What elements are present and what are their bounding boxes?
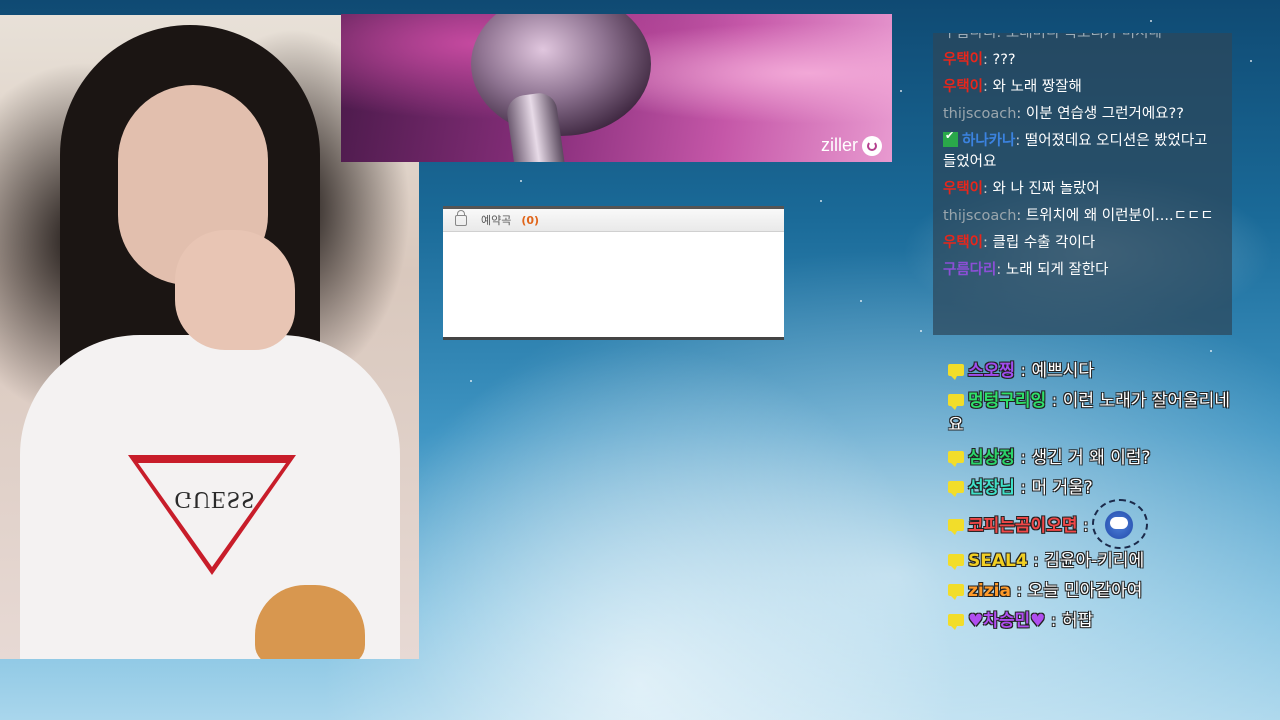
chat-message: 우택이: 클립 수출 각이다 — [943, 230, 1222, 257]
chat-bubble-icon — [948, 481, 964, 497]
chat-username: zizia — [968, 581, 1011, 601]
chat-separator: : — [1014, 478, 1032, 498]
chat-separator: : — [1015, 133, 1021, 149]
chat-username: SEAL4 — [968, 551, 1028, 571]
chat-message: 코피는곰이오면 : — [948, 499, 1240, 549]
chat-message: 구름다리: 노래 되게 잘한다 — [943, 257, 1222, 284]
chat-text: 김윤아-키리에 — [1044, 551, 1145, 571]
chat-username: 선장님 — [968, 478, 1015, 498]
chat-username: 심상정 — [968, 448, 1015, 468]
chat-separator: : — [983, 235, 988, 251]
shirt-logo-triangle-inner — [138, 463, 286, 567]
chat-separator: : — [1045, 611, 1062, 631]
chat-separator: : — [1027, 551, 1045, 571]
chat-username: thijscoach — [943, 208, 1017, 224]
chat-separator: : — [1016, 208, 1022, 224]
webcam-hand — [175, 230, 295, 350]
chat-text: 이분 연습생 그런거에요?? — [1025, 106, 1184, 122]
ziller-logo: ziller — [821, 135, 882, 156]
chat-overlay-top: 구름다리: 노래미디 목소리가 미쳐네 우택이: ??? 우택이: 와 노래 짱… — [933, 33, 1232, 335]
chat-separator: : — [983, 52, 988, 68]
chat-text: 클립 수출 각이다 — [992, 235, 1096, 251]
chat-separator: : — [996, 262, 1002, 278]
chat-overlay-bottom: 스오찡 : 예쁘시다 멍텅구리잉 : 이런 노래가 잘어울리네요 심상정 : 생… — [948, 356, 1240, 636]
chat-username: 하나카나 — [962, 133, 1016, 149]
chat-message: 우택이: 와 노래 짱잘해 — [943, 74, 1222, 101]
chat-username: 우택이 — [943, 52, 984, 68]
chat-cutoff-text: 구름다리: 노래미디 목소리가 미쳐네 — [943, 33, 1162, 41]
chat-message: zizia : 오늘 민아같아여 — [948, 576, 1240, 606]
chat-text: ??? — [992, 52, 1016, 68]
chat-message: ♥차승민♥ : 허팝 — [948, 606, 1240, 636]
chat-separator: : — [1010, 581, 1028, 601]
chat-username: 우택이 — [943, 79, 984, 95]
chat-username: 우택이 — [943, 181, 984, 197]
chat-separator: : — [1014, 361, 1032, 381]
emote-icon — [1092, 499, 1149, 549]
microphone-image — [471, 14, 651, 136]
chat-message: 우택이: ??? — [943, 47, 1222, 74]
chat-username: 구름다리 — [943, 262, 997, 278]
chat-message: 스오찡 : 예쁘시다 — [948, 356, 1240, 386]
chat-message: 심상정 : 생긴 거 왜 이럼? — [948, 443, 1240, 473]
chat-bubble-icon — [948, 614, 964, 630]
chat-username: ♥차승민♥ — [968, 611, 1046, 631]
chat-username: 우택이 — [943, 235, 984, 251]
song-queue-title: 예약곡 — [481, 214, 512, 227]
verified-check-icon — [943, 125, 958, 147]
chat-username: thijscoach — [943, 106, 1017, 122]
song-queue-count: (0) — [521, 213, 540, 227]
power-icon — [862, 135, 882, 156]
ziller-logo-text: ziller — [820, 135, 858, 155]
chat-bubble-icon — [948, 364, 964, 380]
chat-separator: : — [1046, 391, 1063, 411]
chat-separator: : — [983, 79, 988, 95]
chat-bubble-icon — [948, 451, 964, 467]
chat-text: 오늘 민아같아여 — [1027, 581, 1143, 601]
microphone-banner: ziller — [341, 14, 892, 162]
chat-message: thijscoach: 트위치에 왜 이런분이....ㄷㄷㄷ — [943, 203, 1222, 230]
chat-text: 와 나 진짜 놀랐어 — [992, 181, 1100, 197]
chat-line-cutoff: 구름다리: 노래미디 목소리가 미쳐네 — [943, 33, 1222, 47]
chat-message: 선장님 : 머 거울? — [948, 473, 1240, 503]
chat-text: 노래 되게 잘한다 — [1005, 262, 1109, 278]
chat-text: 트위치에 왜 이런분이....ㄷㄷㄷ — [1025, 208, 1214, 224]
chat-message: SEAL4 : 김윤아-키리에 — [948, 546, 1240, 576]
chat-bubble-icon — [948, 554, 964, 570]
chat-bubble-icon — [948, 584, 964, 600]
chat-username: 스오찡 — [968, 361, 1015, 381]
chat-bubble-icon — [948, 519, 964, 535]
chat-message: 우택이: 와 나 진짜 놀랐어 — [943, 176, 1222, 203]
chat-text: 생긴 거 왜 이럼? — [1031, 448, 1151, 468]
shirt-brand-text: GUESS — [174, 486, 256, 512]
chat-separator: : — [983, 181, 988, 197]
song-queue-panel: 예약곡 (0) — [443, 206, 784, 340]
chat-username: 코피는곰이오면 — [968, 516, 1078, 536]
chat-text: 머 거울? — [1031, 478, 1093, 498]
lock-icon — [455, 209, 467, 226]
chat-username: 멍텅구리잉 — [968, 391, 1047, 411]
chat-message: thijscoach: 이분 연습생 그런거에요?? — [943, 101, 1222, 128]
chat-text: 와 노래 짱잘해 — [992, 79, 1082, 95]
chat-text: 예쁘시다 — [1031, 361, 1095, 381]
chat-text: 허팝 — [1061, 611, 1094, 631]
chat-separator: : — [1016, 106, 1022, 122]
chat-message: 멍텅구리잉 : 이런 노래가 잘어울리네요 — [948, 389, 1240, 437]
chat-message: 하나카나: 떨어졌데요 오디션은 봤었다고 들었어요 — [943, 125, 1222, 176]
song-queue-header: 예약곡 (0) — [443, 209, 784, 232]
chat-bubble-icon — [948, 394, 964, 410]
chat-separator: : — [1014, 448, 1032, 468]
